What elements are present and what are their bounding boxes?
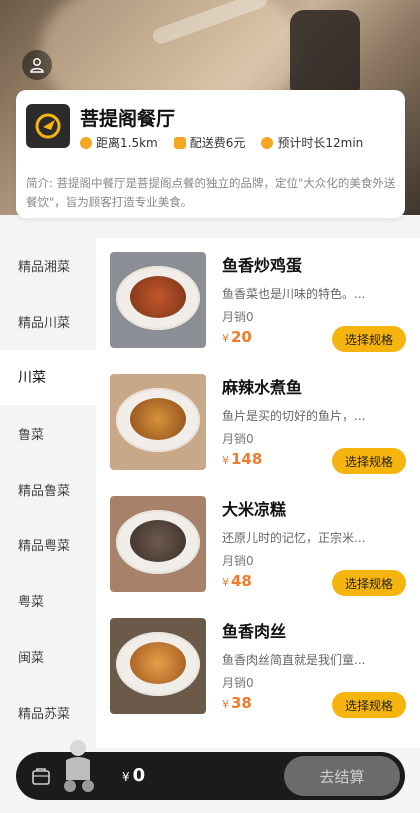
dish-price: ¥48 [222, 572, 252, 590]
dish-item[interactable]: 大米凉糕 还原儿时的记忆，正宗米... 月销0 ¥48 选择规格 [96, 482, 420, 604]
dish-price: ¥20 [222, 328, 252, 346]
dish-price: ¥38 [222, 694, 252, 712]
dish-sales: 月销0 [222, 554, 254, 568]
dish-name: 鱼香炒鸡蛋 [222, 256, 303, 275]
dish-image [110, 618, 206, 714]
shop-description: 简介: 菩提阁中餐厅是菩提阁点餐的独立的品牌，定位"大众化的美食外送餐饮"，旨为… [26, 176, 396, 209]
category-item[interactable]: 精品川菜 [0, 294, 96, 350]
eta-info: 预计时长12min [261, 134, 363, 151]
dish-description: 鱼片是买的切好的鱼片，... [222, 409, 366, 423]
category-item[interactable]: 鲁菜 [0, 405, 96, 461]
category-item[interactable]: 闽菜 [0, 629, 96, 685]
user-profile-button[interactable] [22, 50, 52, 80]
category-item[interactable]: 精品湘菜 [0, 238, 96, 294]
category-sidebar: 精品湘菜 精品川菜 川菜 鲁菜 精品鲁菜 精品粤菜 粤菜 闽菜 精品苏菜 [0, 238, 96, 748]
category-item-active[interactable]: 川菜 [0, 349, 96, 406]
user-icon [30, 58, 44, 73]
shop-meta: 距离1.5km 配送费6元 预计时长12min [80, 134, 363, 151]
category-item[interactable]: 粤菜 [0, 573, 96, 629]
dish-image [110, 374, 206, 470]
dish-description: 鱼香肉丝简直就是我们童... [222, 653, 366, 667]
select-spec-button[interactable]: 选择规格 [332, 326, 406, 352]
dish-image [110, 252, 206, 348]
dish-name: 大米凉糕 [222, 500, 287, 519]
shop-logo [26, 104, 70, 148]
category-item[interactable]: 精品鲁菜 [0, 461, 96, 517]
shop-info-card: 菩提阁餐厅 距离1.5km 配送费6元 预计时长12min 简介: 菩提阁中餐厅… [16, 90, 405, 218]
dish-sales: 月销0 [222, 432, 254, 446]
dish-sales: 月销0 [222, 676, 254, 690]
dish-name: 麻辣水煮鱼 [222, 378, 303, 397]
select-spec-button[interactable]: 选择规格 [332, 448, 406, 474]
category-item[interactable]: 精品粤菜 [0, 517, 96, 573]
delivery-fee-info: 配送费6元 [173, 134, 245, 151]
category-item[interactable]: 精品苏菜 [0, 684, 96, 740]
money-bag-icon [173, 136, 186, 149]
navigation-arrow-icon [261, 136, 274, 149]
dish-list: 鱼香炒鸡蛋 鱼香菜也是川味的特色。... 月销0 ¥20 选择规格 麻辣水煮鱼 … [96, 238, 420, 748]
dish-price: ¥148 [222, 450, 263, 468]
dish-item[interactable]: 麻辣水煮鱼 鱼片是买的切好的鱼片，... 月销0 ¥148 选择规格 [96, 360, 420, 482]
dish-item[interactable]: 鱼香肉丝 鱼香肉丝简直就是我们童... 月销0 ¥38 选择规格 [96, 604, 420, 726]
cart-total: ¥0 [122, 765, 146, 786]
shopping-bag-icon[interactable] [30, 765, 52, 787]
distance-info: 距离1.5km [80, 134, 158, 151]
dish-description: 鱼香菜也是川味的特色。... [222, 287, 366, 301]
dish-image [110, 496, 206, 592]
dish-sales: 月销0 [222, 310, 254, 324]
delivery-mascot-icon [64, 740, 94, 792]
clock-icon [80, 136, 92, 149]
cart-bar: ¥0 去结算 [16, 740, 405, 800]
checkout-button[interactable]: 去结算 [284, 756, 400, 796]
shop-name: 菩提阁餐厅 [80, 108, 176, 130]
select-spec-button[interactable]: 选择规格 [332, 692, 406, 718]
dish-item[interactable]: 鱼香炒鸡蛋 鱼香菜也是川味的特色。... 月销0 ¥20 选择规格 [96, 238, 420, 360]
dish-name: 鱼香肉丝 [222, 622, 287, 641]
dish-description: 还原儿时的记忆，正宗米... [222, 531, 366, 545]
select-spec-button[interactable]: 选择规格 [332, 570, 406, 596]
